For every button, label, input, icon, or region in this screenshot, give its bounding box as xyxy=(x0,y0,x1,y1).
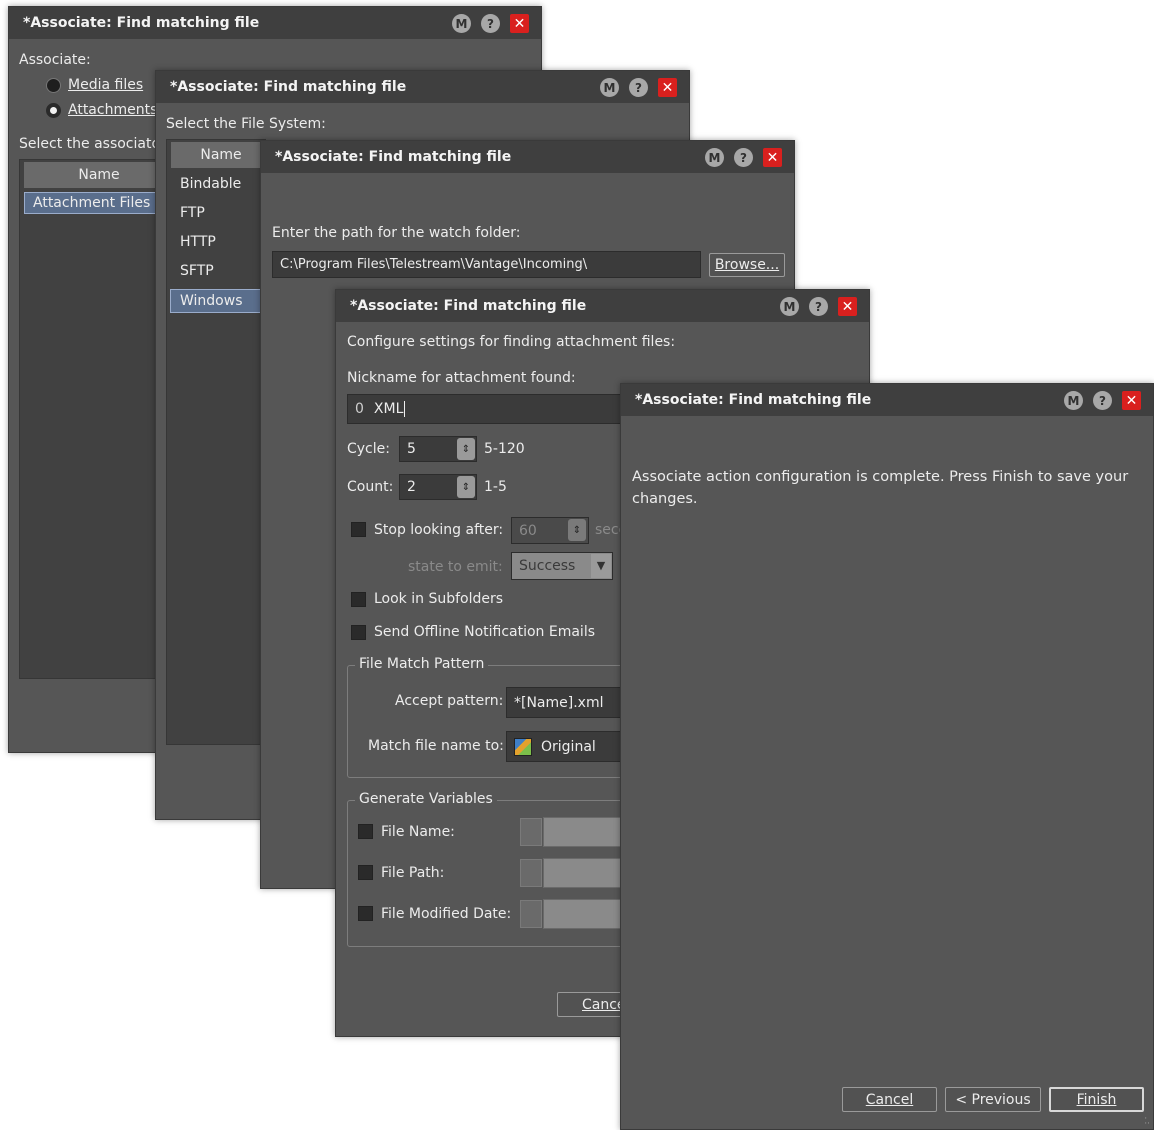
file-system-list[interactable]: Name Bindable FTP HTTP SFTP Windows xyxy=(166,139,271,745)
variable-picker-icon[interactable] xyxy=(520,900,542,928)
accept-pattern-input[interactable]: *[Name].xml xyxy=(506,687,636,718)
help-button[interactable]: ? xyxy=(1093,391,1112,410)
chevron-down-icon[interactable]: ▼ xyxy=(591,554,611,578)
generate-variables-group-label: Generate Variables xyxy=(355,791,497,807)
m-button[interactable]: M xyxy=(452,14,471,33)
close-button[interactable]: ✕ xyxy=(658,78,677,97)
file-path-checkbox[interactable] xyxy=(358,865,373,880)
resize-grip-icon[interactable]: · ·· xyxy=(1144,1115,1150,1129)
cycle-range: 5-120 xyxy=(484,441,525,457)
file-name-checkbox[interactable] xyxy=(358,824,373,839)
count-spinner-icon[interactable]: ⇕ xyxy=(457,476,475,498)
titlebar[interactable]: *Associate: Find matching file M ? ✕ xyxy=(261,141,794,173)
list-item-sftp[interactable]: SFTP xyxy=(180,263,214,279)
browse-button[interactable]: Browse... xyxy=(709,253,785,277)
stop-looking-label: Stop looking after: xyxy=(374,522,504,538)
dialog-title: *Associate: Find matching file xyxy=(23,15,260,31)
titlebar[interactable]: *Associate: Find matching file M ? ✕ xyxy=(156,71,689,103)
stop-spinner-icon[interactable]: ⇕ xyxy=(568,519,586,541)
select-associator-label: Select the associator xyxy=(19,136,166,152)
dialog-title: *Associate: Find matching file xyxy=(350,298,587,314)
m-button[interactable]: M xyxy=(1064,391,1083,410)
finish-button[interactable]: Finish xyxy=(1049,1087,1144,1112)
match-file-name-select[interactable]: Original xyxy=(506,731,636,762)
nickname-input[interactable]: 0 XML xyxy=(347,394,627,424)
help-button[interactable]: ? xyxy=(809,297,828,316)
cancel-button[interactable]: Cancel xyxy=(842,1087,937,1112)
match-file-name-label: Match file name to: xyxy=(368,738,504,754)
state-to-emit-label: state to emit: xyxy=(408,559,503,575)
associate-label: Associate: xyxy=(19,52,91,68)
nickname-label: Nickname for attachment found: xyxy=(347,370,576,386)
watch-folder-label: Enter the path for the watch folder: xyxy=(272,225,521,241)
radio-attachments[interactable] xyxy=(46,103,61,118)
offline-emails-checkbox[interactable] xyxy=(351,625,366,640)
list-item-windows[interactable]: Windows xyxy=(170,289,270,313)
file-path-label: File Path: xyxy=(381,865,445,881)
help-button[interactable]: ? xyxy=(481,14,500,33)
dialog-associate-step5: *Associate: Find matching file M ? ✕ Ass… xyxy=(620,383,1154,1130)
subfolders-checkbox[interactable] xyxy=(351,592,366,607)
titlebar[interactable]: *Associate: Find matching file M ? ✕ xyxy=(621,384,1153,416)
list-item-http[interactable]: HTTP xyxy=(180,234,216,250)
previous-button[interactable]: < Previous xyxy=(945,1087,1041,1112)
column-header-name[interactable]: Name xyxy=(24,162,174,188)
watch-folder-path-input[interactable]: C:\Program Files\Telestream\Vantage\Inco… xyxy=(272,251,701,278)
list-item-attachment-files[interactable]: Attachment Files xyxy=(24,192,164,214)
media-files-label[interactable]: Media files xyxy=(68,77,143,93)
close-button[interactable]: ✕ xyxy=(763,148,782,167)
original-media-icon xyxy=(514,737,532,756)
m-button[interactable]: M xyxy=(780,297,799,316)
select-file-system-label: Select the File System: xyxy=(166,116,326,132)
dialog-title: *Associate: Find matching file xyxy=(635,392,872,408)
m-button[interactable]: M xyxy=(705,148,724,167)
cycle-spinner-icon[interactable]: ⇕ xyxy=(457,438,475,460)
count-range: 1-5 xyxy=(484,479,507,495)
close-button[interactable]: ✕ xyxy=(1122,391,1141,410)
dialog-title: *Associate: Find matching file xyxy=(275,149,512,165)
file-modified-checkbox[interactable] xyxy=(358,906,373,921)
close-button[interactable]: ✕ xyxy=(510,14,529,33)
titlebar[interactable]: *Associate: Find matching file M ? ✕ xyxy=(336,290,869,322)
offline-emails-label: Send Offline Notification Emails xyxy=(374,624,596,640)
stop-looking-checkbox[interactable] xyxy=(351,522,366,537)
attachments-label[interactable]: Attachments xyxy=(68,102,157,118)
file-match-group-label: File Match Pattern xyxy=(355,656,489,672)
titlebar[interactable]: *Associate: Find matching file M ? ✕ xyxy=(9,7,541,39)
radio-media-files[interactable] xyxy=(46,78,61,93)
file-name-label: File Name: xyxy=(381,824,455,840)
close-button[interactable]: ✕ xyxy=(838,297,857,316)
paperclip-icon: 0 xyxy=(355,401,364,417)
m-button[interactable]: M xyxy=(600,78,619,97)
subfolders-label: Look in Subfolders xyxy=(374,591,504,607)
configure-label: Configure settings for finding attachmen… xyxy=(347,334,676,350)
help-button[interactable]: ? xyxy=(734,148,753,167)
accept-pattern-label: Accept pattern: xyxy=(395,693,504,709)
variable-picker-icon[interactable] xyxy=(520,818,542,846)
cycle-label: Cycle: xyxy=(347,441,390,457)
file-modified-label: File Modified Date: xyxy=(381,906,512,922)
column-header-name[interactable]: Name xyxy=(171,142,271,168)
completion-message: Associate action configuration is comple… xyxy=(632,469,1129,507)
variable-picker-icon[interactable] xyxy=(520,859,542,887)
dialog-title: *Associate: Find matching file xyxy=(170,79,407,95)
count-label: Count: xyxy=(347,479,394,495)
list-item-ftp[interactable]: FTP xyxy=(180,205,205,221)
list-item-bindable[interactable]: Bindable xyxy=(180,176,241,192)
help-button[interactable]: ? xyxy=(629,78,648,97)
associator-list[interactable]: Name Attachment Files xyxy=(19,159,174,679)
